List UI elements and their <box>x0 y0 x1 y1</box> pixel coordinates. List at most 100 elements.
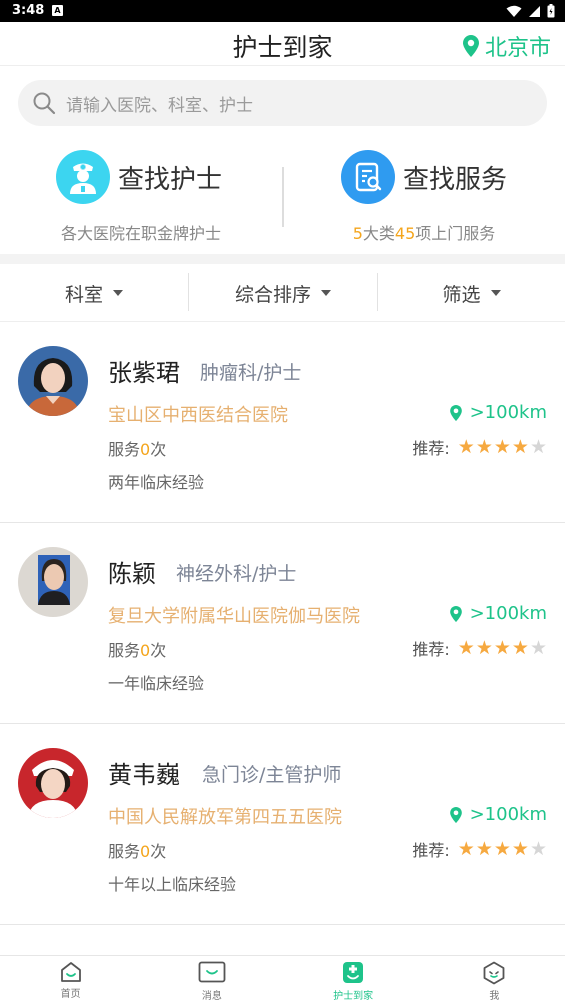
service-count: 服务0次 <box>108 436 166 460</box>
star-filled-icon: ★ <box>493 837 511 860</box>
recommend-rating: 推荐: ★ ★ ★ ★ ★ <box>412 837 547 861</box>
service-suffix: 次 <box>150 641 167 660</box>
filter-screen[interactable]: 筛选 <box>378 264 565 322</box>
find-nurse-subtitle: 各大医院在职金牌护士 <box>60 224 221 243</box>
avatar <box>18 547 88 617</box>
service-suffix: 次 <box>150 440 167 459</box>
nav-profile[interactable]: 我 <box>424 956 565 1004</box>
nurse-experience: 一年临床经验 <box>108 674 205 693</box>
star-filled-icon: ★ <box>457 636 475 659</box>
nav-nurse-home[interactable]: 护士到家 <box>283 956 424 1004</box>
service-prefix: 服务 <box>108 440 141 459</box>
filter-sort-label: 综合排序 <box>234 283 311 306</box>
nav-home-label: 首页 <box>60 989 81 1000</box>
nav-messages-label: 消息 <box>201 991 222 1002</box>
nurse-hospital: 中国人民解放军第四五五医院 <box>108 807 342 828</box>
recommend-label: 推荐: <box>412 439 450 458</box>
nurse-experience: 十年以上临床经验 <box>108 875 237 894</box>
service-count-value: 0 <box>140 842 151 861</box>
star-filled-icon: ★ <box>475 837 493 860</box>
nurse-hospital: 复旦大学附属华山医院伽马医院 <box>108 606 360 627</box>
rating-stars: ★ ★ ★ ★ ★ <box>457 636 547 659</box>
search-icon <box>33 92 56 115</box>
star-empty-icon: ★ <box>529 636 547 659</box>
service-count-value: 0 <box>140 641 151 660</box>
nurse-card[interactable]: 陈颖 神经外科/护士 复旦大学附属华山医院伽马医院 >100km 服务0次 推荐… <box>0 524 565 724</box>
nav-messages[interactable]: 消息 <box>141 956 282 1004</box>
filter-department-label: 科室 <box>64 283 103 306</box>
avatar <box>18 748 88 818</box>
nurse-name: 黄韦巍 <box>108 761 180 789</box>
distance: >100km <box>449 804 547 825</box>
battery-icon <box>547 4 555 18</box>
search-input[interactable]: 请输入医院、科室、护士 <box>18 80 547 126</box>
nav-home[interactable]: 首页 <box>0 956 141 1004</box>
star-filled-icon: ★ <box>475 435 493 458</box>
distance-value: >100km <box>469 603 547 624</box>
distance: >100km <box>449 603 547 624</box>
star-filled-icon: ★ <box>511 435 529 458</box>
caret-down-icon <box>113 290 123 296</box>
nurse-home-icon <box>343 962 364 983</box>
caret-down-icon <box>321 290 331 296</box>
find-service-title: 查找服务 <box>403 164 508 195</box>
subtitle-text-b: 项上门服务 <box>415 224 496 243</box>
filter-sort[interactable]: 综合排序 <box>189 264 377 322</box>
service-item-count: 45 <box>394 224 416 243</box>
nurse-name: 张紫珺 <box>108 359 180 387</box>
star-filled-icon: ★ <box>475 636 493 659</box>
recommend-label: 推荐: <box>412 640 450 659</box>
caret-down-icon <box>490 290 501 296</box>
star-filled-icon: ★ <box>493 636 511 659</box>
star-empty-icon: ★ <box>529 435 547 458</box>
location-pin-icon <box>449 806 462 823</box>
app-header: 护士到家 北京市 <box>0 22 565 66</box>
notification-icon: A <box>52 5 63 16</box>
search-placeholder: 请输入医院、科室、护士 <box>66 95 253 116</box>
filter-screen-label: 筛选 <box>442 283 481 306</box>
distance: >100km <box>449 402 547 423</box>
find-nurse-entry[interactable]: 查找护士 各大医院在职金牌护士 <box>0 146 282 246</box>
message-icon <box>198 961 226 983</box>
status-time: 3:48 <box>12 3 45 18</box>
star-filled-icon: ★ <box>457 837 475 860</box>
rating-stars: ★ ★ ★ ★ ★ <box>457 435 547 458</box>
wifi-icon <box>506 5 522 17</box>
star-filled-icon: ★ <box>457 435 475 458</box>
filter-department[interactable]: 科室 <box>0 264 188 322</box>
nav-profile-label: 我 <box>489 991 500 1002</box>
location-pin-icon <box>462 35 479 57</box>
service-count-value: 0 <box>140 440 151 459</box>
distance-value: >100km <box>469 804 547 825</box>
recommend-label: 推荐: <box>412 841 450 860</box>
signal-icon <box>529 5 540 17</box>
avatar <box>18 346 88 416</box>
find-nurse-title: 查找护士 <box>118 164 223 195</box>
nav-nurse-home-label: 护士到家 <box>333 991 374 1002</box>
category-count: 5 <box>352 224 363 243</box>
subtitle-text-a: 大类 <box>362 224 395 243</box>
service-prefix: 服务 <box>108 842 141 861</box>
rating-stars: ★ ★ ★ ★ ★ <box>457 837 547 860</box>
nurse-department: 神经外科/护士 <box>176 563 297 585</box>
recommend-rating: 推荐: ★ ★ ★ ★ ★ <box>412 435 547 459</box>
find-service-entry[interactable]: 查找服务 5大类45项上门服务 <box>283 146 565 246</box>
find-service-subtitle: 5大类45项上门服务 <box>283 220 565 244</box>
star-filled-icon: ★ <box>493 435 511 458</box>
nurse-experience: 两年临床经验 <box>108 473 205 492</box>
service-suffix: 次 <box>150 842 167 861</box>
nurse-card[interactable]: 张紫珺 肿瘤科/护士 宝山区中西医结合医院 >100km 服务0次 推荐: ★ ★… <box>0 323 565 523</box>
nurse-card[interactable]: 黄韦巍 急门诊/主管护师 中国人民解放军第四五五医院 >100km 服务0次 推… <box>0 725 565 925</box>
star-filled-icon: ★ <box>511 837 529 860</box>
location-pin-icon <box>449 605 462 622</box>
bottom-nav: 首页 消息 护士到家 我 <box>0 955 565 1004</box>
star-empty-icon: ★ <box>529 837 547 860</box>
service-count: 服务0次 <box>108 838 166 862</box>
city-selector[interactable]: 北京市 <box>462 30 551 62</box>
nurse-name: 陈颖 <box>108 560 156 588</box>
recommend-rating: 推荐: ★ ★ ★ ★ ★ <box>412 636 547 660</box>
service-list-icon <box>341 150 395 204</box>
nurse-department: 肿瘤科/护士 <box>200 362 302 384</box>
home-icon <box>60 962 81 982</box>
service-count: 服务0次 <box>108 637 166 661</box>
